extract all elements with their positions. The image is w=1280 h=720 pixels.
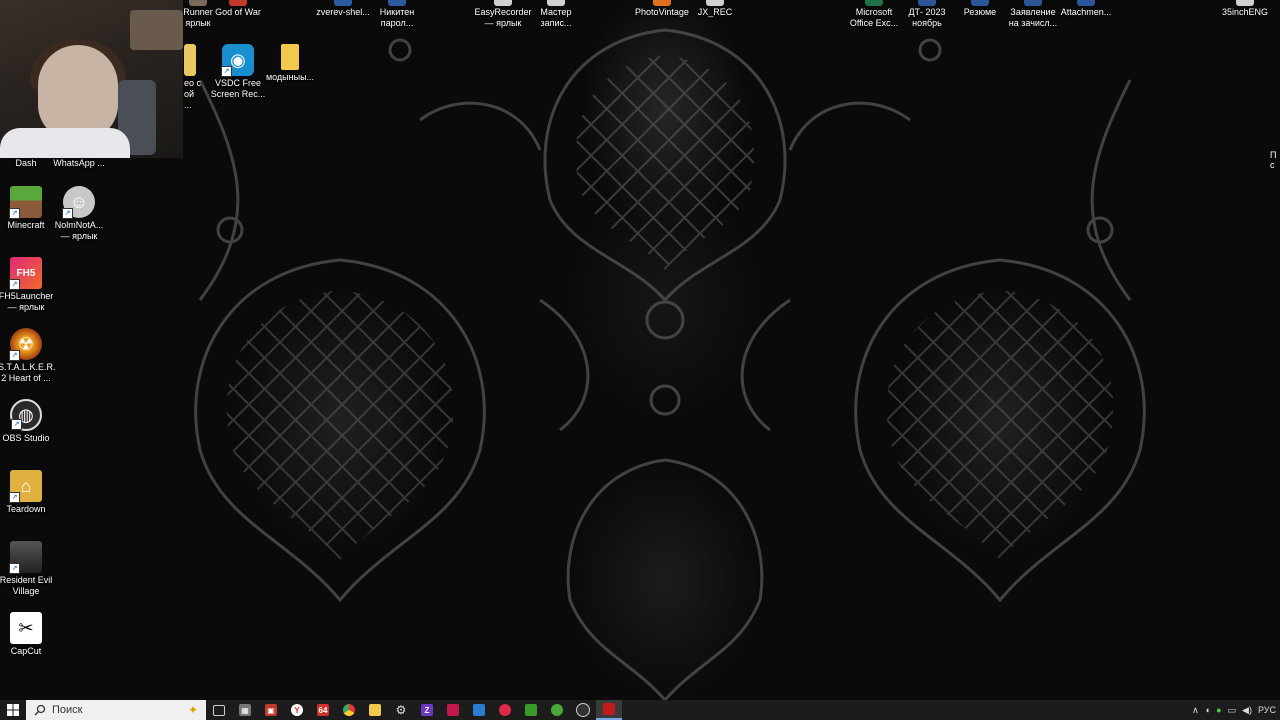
taskbar-app-obs[interactable]	[570, 700, 596, 720]
desktop-icon-whatsapp[interactable]: WhatsApp ...	[51, 158, 107, 169]
right-edge-icon-label[interactable]: П с	[1270, 150, 1276, 170]
desktop-icon-photovintage[interactable]: PhotoVintage	[632, 0, 692, 18]
windows-logo-icon	[7, 704, 19, 716]
fh5-icon: FH5 ↗	[9, 257, 42, 290]
minecraft-icon: ↗	[9, 186, 42, 219]
app-z-icon: Z	[421, 704, 433, 716]
desktop-icon-minecraft[interactable]: ↗ Minecraft	[0, 186, 54, 231]
desktop-icon-attachments[interactable]: Attachmen...	[1056, 0, 1116, 18]
search-input[interactable]: Поиск ✦	[26, 700, 206, 720]
search-icon	[34, 704, 46, 716]
language-indicator[interactable]: РУС	[1258, 705, 1276, 715]
speaker-icon[interactable]: ◖	[1205, 705, 1210, 715]
desktop-icon-nolmnota[interactable]: ☺ ↗ NolmNotA... — ярлык	[51, 186, 107, 242]
desktop-icon-zayavlenie[interactable]: Заявление на зачисл...	[1003, 0, 1063, 29]
yandex-browser-icon: Y	[291, 704, 303, 716]
task-view-icon	[213, 704, 225, 716]
gear-icon: ⚙	[395, 703, 407, 717]
file-icon	[184, 44, 196, 76]
file-explorer-icon	[369, 704, 381, 716]
system-tray: ∧ ◖ ● ▭ ◀) РУС	[1192, 700, 1280, 720]
desktop-icon-mods-folder[interactable]: модыныы...	[262, 44, 318, 83]
desktop-icon-resume[interactable]: Резюме	[950, 0, 1010, 18]
search-highlight-icon[interactable]: ✦	[188, 703, 198, 717]
resident-evil-icon: ↗	[9, 541, 42, 574]
xbox-icon	[551, 704, 563, 716]
taskbar-app-record[interactable]	[492, 700, 518, 720]
desktop-icon-obs[interactable]: ◍ ↗ OBS Studio	[0, 399, 54, 444]
taskbar-app-settings[interactable]: ⚙	[388, 700, 414, 720]
stalker-icon: ☢ ↗	[9, 328, 42, 361]
taskbar-app-yandex[interactable]: Y	[284, 700, 310, 720]
taskbar-app-chrome[interactable]	[336, 700, 362, 720]
network-icon[interactable]: ▭	[1228, 705, 1237, 716]
taskbar: Поиск ✦ ▦ ▣ Y 64 ⚙ Z ∧ ◖ ● ▭ ◀) РУС	[0, 700, 1280, 720]
taskbar-app-calculator[interactable]: ▦	[232, 700, 258, 720]
webcam-overlay	[0, 0, 183, 158]
desktop-icon-dt-2023[interactable]: ДТ- 2023 ноябрь	[897, 0, 957, 29]
document-icon	[473, 704, 485, 716]
taskbar-app-64[interactable]: 64	[310, 700, 336, 720]
green-app-tray-icon[interactable]: ●	[1216, 705, 1221, 715]
desktop-icon-zverev[interactable]: zverev-shel...	[313, 0, 373, 18]
video-editor-icon	[447, 704, 459, 716]
taskbar-app-docs[interactable]	[466, 700, 492, 720]
desktop-icon-god-of-war[interactable]: God of War	[208, 0, 268, 18]
vsdc-icon: ◉ ↗	[221, 44, 254, 77]
desktop-icon-fh5launcher[interactable]: FH5 ↗ FH5Launcher — ярлык	[0, 257, 54, 313]
taskbar-app-xbox[interactable]	[544, 700, 570, 720]
calculator-icon: ▦	[239, 704, 251, 716]
task-view-button[interactable]	[206, 700, 232, 720]
desktop-icon-capcut[interactable]: ✂ CapCut	[0, 612, 54, 657]
teardown-icon: ⌂ ↗	[9, 470, 42, 503]
volume-icon[interactable]: ◀)	[1242, 705, 1252, 716]
folder-icon	[281, 44, 299, 70]
app-64-icon: 64	[317, 704, 329, 716]
obs-taskbar-icon	[576, 703, 590, 717]
search-placeholder: Поиск	[52, 704, 83, 716]
chrome-icon	[343, 704, 355, 716]
taskbar-app-video[interactable]	[440, 700, 466, 720]
nvidia-icon	[525, 704, 537, 716]
desktop-icon-vsdc[interactable]: ◉ ↗ VSDC Free Screen Rec...	[210, 44, 266, 100]
nolmnota-icon: ☺ ↗	[62, 186, 95, 219]
start-button[interactable]	[0, 700, 26, 720]
taskbar-app-explorer[interactable]	[362, 700, 388, 720]
desktop-icon-nikiten[interactable]: Никитен парол...	[367, 0, 427, 29]
record-icon	[499, 704, 511, 716]
capcut-icon: ✂	[10, 612, 42, 644]
desktop-icon-resident-evil[interactable]: ↗ Resident Evil Village	[0, 541, 54, 597]
desktop-icon-stalker[interactable]: ☢ ↗ S.T.A.L.K.E.R. 2 Heart of ...	[0, 328, 56, 384]
desktop-icon-ms-office-excel[interactable]: Microsoft Office Exc...	[844, 0, 904, 29]
desktop-icon-35inch[interactable]: 35inchENG	[1215, 0, 1275, 18]
store-icon: ▣	[265, 704, 277, 716]
desktop-icon-easyrecorder[interactable]: EasyRecorder — ярлык	[473, 0, 533, 29]
desktop-icon-jx-rec[interactable]: JX_REC	[685, 0, 745, 18]
desktop-icon-video-partial[interactable]: ео с ой ...	[168, 44, 204, 111]
desktop-icon-teardown[interactable]: ⌂ ↗ Teardown	[0, 470, 54, 515]
chevron-up-icon[interactable]: ∧	[1192, 705, 1199, 716]
desktop: Runner ярлык God of War zverev-shel... Н…	[0, 0, 1280, 700]
screen-recorder-icon	[603, 703, 615, 715]
taskbar-app-nvidia[interactable]	[518, 700, 544, 720]
desktop-icon-master[interactable]: Мастер запис...	[526, 0, 586, 29]
taskbar-app-recorder-active[interactable]	[596, 700, 622, 720]
desktop-icon-dash[interactable]: Dash	[0, 158, 54, 169]
obs-icon: ◍ ↗	[10, 399, 42, 431]
taskbar-app-z[interactable]: Z	[414, 700, 440, 720]
taskbar-app-store[interactable]: ▣	[258, 700, 284, 720]
